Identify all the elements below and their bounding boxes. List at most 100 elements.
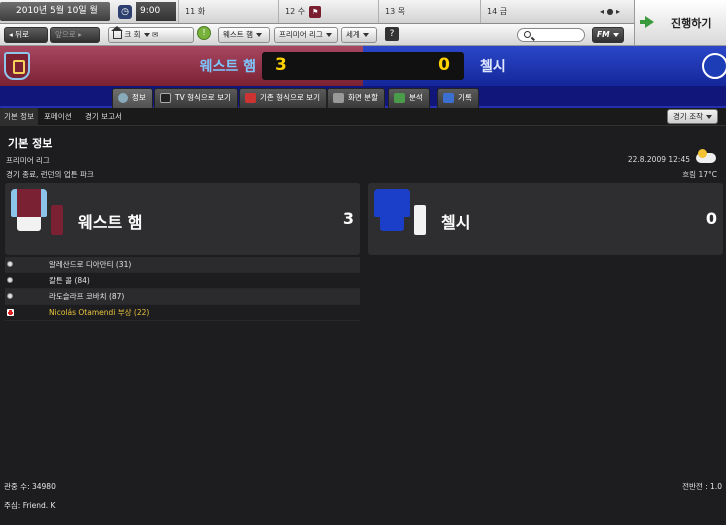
ball-icon: [7, 261, 13, 267]
club-label: 크 회: [124, 30, 141, 39]
away-team-title[interactable]: 첼시: [441, 209, 470, 233]
ball-icon: [7, 277, 13, 283]
subnav-basic-info[interactable]: 기본 정보: [0, 108, 38, 126]
tab-label: TV 형식으로 보기: [175, 93, 231, 102]
day-label: 13 목: [385, 7, 406, 16]
current-date[interactable]: 2010년 5월 10일 월: [0, 2, 110, 21]
calendar-nav-arrows[interactable]: ◂ ● ▸: [590, 0, 630, 23]
continue-button[interactable]: 진행하기: [634, 0, 726, 46]
league-menu-button[interactable]: 프리미어 리그: [274, 27, 338, 43]
event-row-goal[interactable]: 알레산드로 디아만티 (31): [5, 257, 360, 273]
home-crest-icon[interactable]: [4, 52, 30, 80]
current-time: 9:00: [136, 2, 176, 21]
home-score: 3: [275, 55, 287, 75]
match-datetime: 22.8.2009 12:45: [627, 155, 690, 164]
club-menu-button[interactable]: 크 회 ✉: [108, 26, 194, 43]
world-menu-label: 세계: [346, 30, 360, 39]
league-menu-label: 프리미어 리그: [279, 30, 323, 39]
arrow-right-icon: [640, 16, 654, 28]
tab-label: 화면 분할: [348, 93, 378, 102]
match-control-dropdown[interactable]: 경기 조작: [667, 109, 718, 124]
referee-label[interactable]: 주심: Friend. K: [4, 500, 55, 511]
away-team-name[interactable]: 첼시: [480, 56, 506, 76]
home-shorts: [17, 217, 41, 231]
calendar-day[interactable]: 14 금: [480, 0, 590, 23]
halftime-score: 전반전 : 1.0: [682, 482, 722, 491]
split-view-icon: [333, 93, 344, 103]
event-text: 알레산드로 디아만티 (31): [49, 260, 132, 269]
weather-label: 흐림 17°C: [682, 170, 717, 179]
tab-info[interactable]: 정보: [112, 88, 153, 108]
day-label: 14 금: [487, 7, 508, 16]
fixture-badge-icon: ⚑: [309, 5, 322, 18]
help-icon[interactable]: ?: [385, 27, 399, 41]
tab-label: 기록: [458, 93, 472, 102]
team-menu-label: 웨스트 햄: [223, 30, 253, 39]
day-label: 12 수: [285, 7, 306, 16]
score-board: 3 0: [262, 52, 464, 80]
home-socks: [51, 205, 63, 235]
event-text: Nicolás Otamendi 부상 (22): [49, 308, 150, 317]
world-menu-button[interactable]: 세계: [341, 27, 377, 43]
competition-label[interactable]: 프리미어 리그: [6, 155, 50, 166]
subnav-formation[interactable]: 포메이션: [40, 108, 76, 126]
away-score: 0: [438, 55, 450, 75]
injury-cross-icon: [7, 309, 14, 316]
clock-icon: ◷: [118, 5, 132, 19]
tab-classic-view[interactable]: 기존 형식으로 보기: [239, 88, 327, 108]
home-kit-icon: [11, 189, 63, 245]
event-row-goal[interactable]: 칼튼 콜 (84): [5, 273, 360, 289]
away-kit-icon: [374, 189, 426, 245]
calendar-day[interactable]: 11 화: [178, 0, 278, 23]
classic-view-icon: [245, 93, 256, 103]
calendar-day[interactable]: 13 목: [378, 0, 480, 23]
tv-icon: [160, 93, 171, 103]
back-button[interactable]: ◂ 뒤로: [4, 27, 48, 43]
away-team-panel: 첼시 0: [368, 183, 723, 255]
fm-menu-button[interactable]: FM: [592, 27, 624, 43]
event-row-injury[interactable]: Nicolás Otamendi 부상 (22): [5, 305, 360, 321]
section-title: 기본 정보: [8, 137, 53, 150]
chevron-down-icon: [255, 33, 262, 37]
tab-tv-view[interactable]: TV 형식으로 보기: [154, 88, 238, 108]
info-icon: [118, 93, 128, 103]
team-menu-button[interactable]: 웨스트 햄: [218, 27, 270, 43]
tab-stats[interactable]: 기록: [437, 88, 479, 108]
calendar-day[interactable]: 12 수 ⚑: [278, 0, 378, 23]
continue-label: 진행하기: [671, 17, 712, 30]
chevron-down-icon: [325, 33, 332, 37]
main-toolbar: ◂ 뒤로 앞으로 ▸ 크 회 ✉ ! 웨스트 햄 프리미어 리그 세계 ? FM: [0, 24, 634, 46]
day-label: 11 화: [185, 7, 206, 16]
stats-icon: [443, 93, 454, 103]
subnav-match-report[interactable]: 경기 보고서: [81, 108, 126, 126]
match-events-list: 알레산드로 디아만티 (31) 칼튼 콜 (84) 라도슬라프 코바치 (87)…: [5, 257, 360, 321]
sub-navigation: 기본 정보 포메이션 경기 보고서 경기 조작: [0, 108, 726, 126]
notification-icon[interactable]: !: [197, 26, 211, 40]
analysis-icon: [394, 93, 405, 103]
tab-split-view[interactable]: 화면 분할: [327, 88, 385, 108]
scoreboard: 웨스트 햄 3 0 첼시: [0, 46, 726, 86]
tab-label: 분석: [409, 93, 423, 102]
away-crest-icon[interactable]: [702, 53, 726, 79]
away-shorts: [380, 217, 404, 231]
home-shirt: [11, 189, 47, 217]
away-shirt: [374, 189, 410, 217]
fm-label: FM: [597, 30, 610, 39]
back-label: 뒤로: [15, 30, 29, 39]
search-input[interactable]: [517, 28, 585, 42]
home-team-name[interactable]: 웨스트 햄: [200, 56, 256, 76]
chevron-down-icon: [362, 33, 369, 37]
ball-icon: [7, 293, 13, 299]
home-team-title[interactable]: 웨스트 햄: [78, 209, 142, 233]
event-text: 칼튼 콜 (84): [49, 276, 90, 285]
event-row-goal[interactable]: 라도슬라프 코바치 (87): [5, 289, 360, 305]
chevron-down-icon: [612, 33, 619, 37]
away-socks: [414, 205, 426, 235]
venue-label: 경기 종료, 런던의 업튼 파크: [6, 170, 94, 179]
forward-button[interactable]: 앞으로 ▸: [50, 27, 100, 43]
chevron-down-icon: [143, 33, 150, 37]
match-screen: 2010년 5월 10일 월 ◷ 9:00 11 화 12 수 ⚑ 13 목 14…: [0, 0, 726, 525]
forward-label: 앞으로: [55, 30, 76, 39]
tab-analysis[interactable]: 분석: [388, 88, 430, 108]
calendar-bar: 2010년 5월 10일 월 ◷ 9:00 11 화 12 수 ⚑ 13 목 14…: [0, 0, 726, 24]
